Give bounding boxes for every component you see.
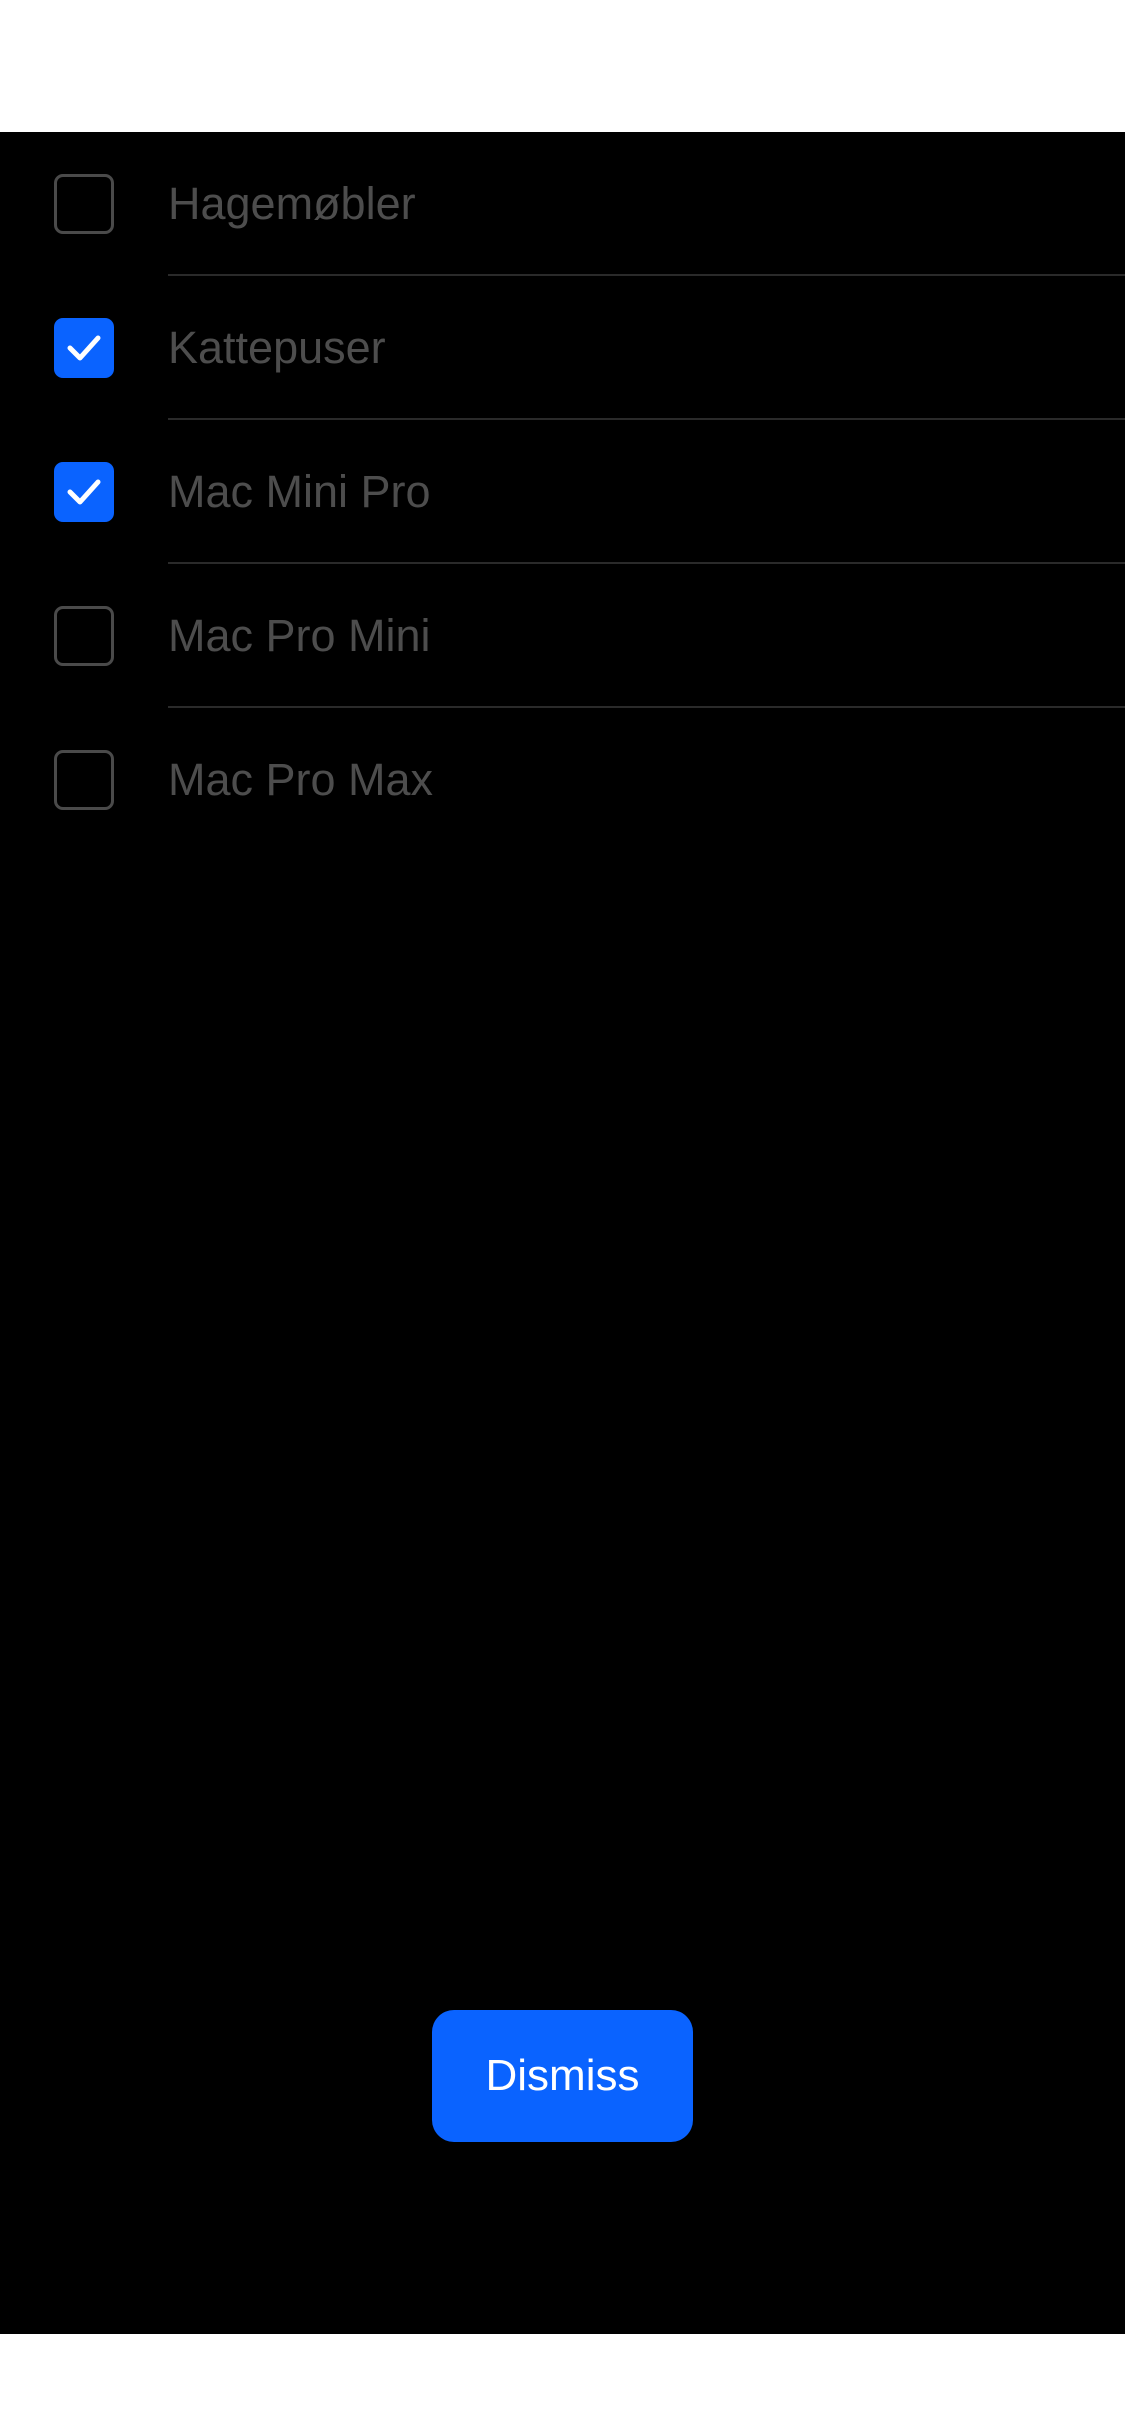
status-bar-area [0,0,1125,132]
checkbox[interactable] [54,606,114,666]
list-item[interactable]: Hagemøbler [0,132,1125,276]
home-indicator-area [0,2334,1125,2436]
option-label: Kattepuser [168,322,386,373]
option-label: Mac Mini Pro [168,466,431,517]
list-item[interactable]: Mac Pro Max [0,708,1125,852]
checkbox[interactable] [54,750,114,810]
checkbox[interactable] [54,462,114,522]
option-label: Mac Pro Max [168,754,434,805]
list-item[interactable]: Kattepuser [0,276,1125,420]
checkbox[interactable] [54,318,114,378]
option-label: Hagemøbler [168,178,416,229]
option-label: Mac Pro Mini [168,610,431,661]
option-list: Hagemøbler Kattepuser Mac Mini Pro Mac P… [0,132,1125,852]
checkmark-icon [67,479,101,505]
list-item[interactable]: Mac Mini Pro [0,420,1125,564]
checkbox[interactable] [54,174,114,234]
selection-screen: Hagemøbler Kattepuser Mac Mini Pro Mac P… [0,132,1125,2334]
dismiss-button[interactable]: Dismiss [432,2010,693,2142]
list-item[interactable]: Mac Pro Mini [0,564,1125,708]
checkmark-icon [67,335,101,361]
